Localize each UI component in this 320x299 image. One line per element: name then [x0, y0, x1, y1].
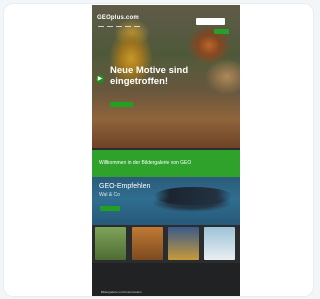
thumbnail-seal[interactable] — [204, 227, 235, 260]
login-button[interactable] — [214, 29, 229, 34]
footer: Bildergalerie und Fotos kaufen — [92, 263, 240, 296]
search-input[interactable] — [196, 18, 225, 25]
abo-title: GEO-Empfehlen — [99, 183, 151, 190]
nav-item[interactable] — [116, 26, 122, 27]
whale-image — [154, 187, 232, 205]
hero-cta-button[interactable] — [110, 102, 133, 107]
abo-button[interactable] — [100, 206, 120, 211]
play-icon[interactable]: ▶ — [96, 75, 104, 83]
website-preview: GEOplus.com ▶ Neue Motive sind eingetrof… — [92, 5, 240, 296]
welcome-text: Willkommen in der Bildergalerie von GEO — [99, 160, 192, 166]
nav-item[interactable] — [134, 26, 140, 27]
nav-item[interactable] — [107, 26, 113, 27]
hero-title: Neue Motive sind eingetroffen! — [110, 65, 189, 87]
welcome-band: Willkommen in der Bildergalerie von GEO — [92, 150, 240, 177]
main-navigation — [98, 26, 140, 27]
abo-subtitle: Wal & Co — [99, 192, 120, 198]
nav-item[interactable] — [125, 26, 131, 27]
thumbnail-reef[interactable] — [168, 227, 199, 260]
footer-text: Bildergalerie und Fotos kaufen — [101, 290, 142, 294]
thumbnail-frog[interactable] — [95, 227, 126, 260]
logo-text: GEOplus.com — [97, 15, 139, 21]
site-logo[interactable]: GEOplus.com — [97, 14, 139, 22]
nav-item[interactable] — [98, 26, 104, 27]
thumbnail-lions[interactable] — [132, 227, 163, 260]
thumbnail-row — [92, 225, 240, 263]
